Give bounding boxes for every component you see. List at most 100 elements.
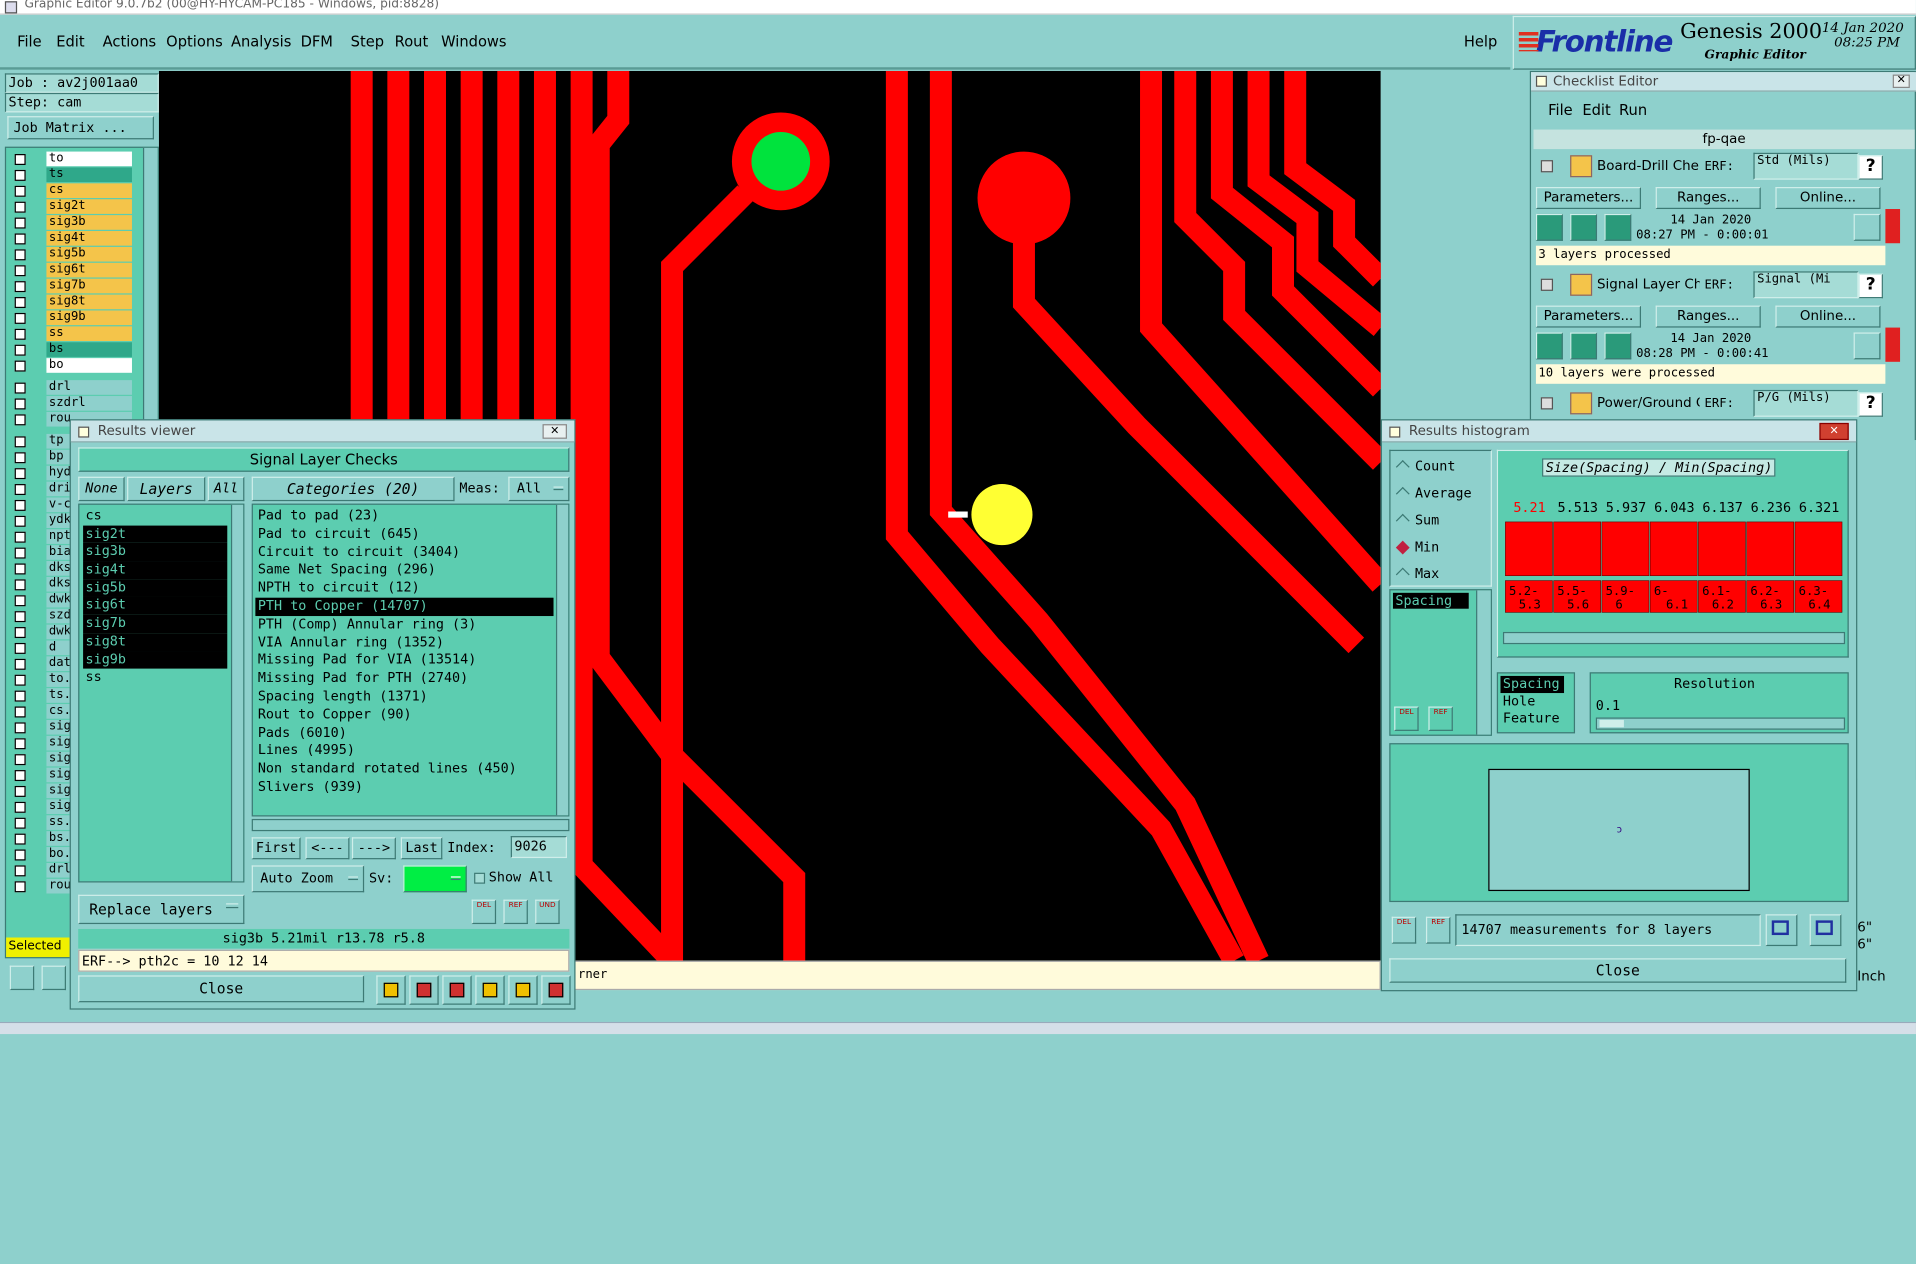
run-icon[interactable] bbox=[1570, 332, 1598, 360]
checklist-item-checkbox[interactable] bbox=[1540, 397, 1554, 410]
layer-checkbox[interactable] bbox=[14, 515, 26, 527]
erf-select[interactable]: Signal (Mi bbox=[1753, 271, 1859, 299]
layer-row[interactable]: bs bbox=[10, 342, 135, 357]
layer-checkbox[interactable] bbox=[14, 452, 26, 464]
layer-checkbox[interactable] bbox=[14, 382, 26, 394]
ranges-button[interactable]: Ranges... bbox=[1655, 187, 1761, 210]
radio-icon[interactable] bbox=[1395, 486, 1410, 501]
layer-checkbox[interactable] bbox=[14, 217, 26, 229]
rh-export-icon-1[interactable] bbox=[1765, 914, 1798, 947]
layer-checkbox[interactable] bbox=[14, 281, 26, 293]
job-matrix-button[interactable]: Job Matrix ... bbox=[7, 116, 154, 140]
layer-row[interactable]: ss bbox=[10, 326, 135, 342]
resolution-slider-thumb[interactable] bbox=[1599, 719, 1624, 728]
checklist-close-icon[interactable]: ✕ bbox=[1892, 74, 1910, 89]
resolution-slider[interactable] bbox=[1595, 717, 1846, 730]
sv-color-select[interactable] bbox=[403, 865, 467, 893]
layer-checkbox[interactable] bbox=[14, 849, 26, 861]
last-button[interactable]: Last bbox=[400, 837, 443, 860]
layer-checkbox[interactable] bbox=[14, 706, 26, 718]
layer-checkbox[interactable] bbox=[14, 436, 26, 448]
layer-checkbox[interactable] bbox=[14, 627, 26, 639]
layer-name[interactable]: sig5b bbox=[46, 246, 132, 262]
category-item[interactable]: VIA Annular ring (1352) bbox=[255, 634, 553, 652]
checklist-menu-file[interactable]: File bbox=[1548, 101, 1573, 118]
layer-row[interactable]: sig6t bbox=[10, 262, 135, 278]
layer-checkbox[interactable] bbox=[14, 658, 26, 670]
run-icon[interactable] bbox=[1570, 213, 1598, 241]
rv-tool-icon[interactable] bbox=[541, 975, 571, 1005]
rv-layer-item[interactable]: sig8t bbox=[83, 632, 228, 651]
layer-checkbox[interactable] bbox=[14, 169, 26, 181]
zoom-icon[interactable] bbox=[1853, 332, 1881, 360]
layer-checkbox[interactable] bbox=[14, 595, 26, 607]
layer-name[interactable]: to bbox=[46, 151, 132, 167]
category-item[interactable]: Slivers (939) bbox=[255, 779, 553, 797]
tool-icon-1[interactable] bbox=[9, 965, 35, 991]
rh-list-item[interactable]: Spacing bbox=[1392, 592, 1469, 609]
layer-name[interactable]: bo bbox=[46, 358, 132, 373]
all-layers-button[interactable]: All bbox=[207, 476, 245, 502]
layer-checkbox[interactable] bbox=[14, 770, 26, 782]
category-item[interactable]: Pad to circuit (645) bbox=[255, 525, 553, 543]
rv-layer-item[interactable]: sig3b bbox=[83, 543, 228, 562]
category-item[interactable]: PTH to Copper (14707) bbox=[255, 597, 554, 616]
layer-checkbox[interactable] bbox=[14, 484, 26, 496]
rv-ref-icon[interactable]: REF bbox=[503, 899, 528, 925]
rv-tool-icon[interactable] bbox=[475, 975, 505, 1005]
layer-row[interactable]: sig4t bbox=[10, 231, 135, 246]
rv-tool-icon[interactable] bbox=[508, 975, 538, 1005]
layer-name[interactable]: sig8t bbox=[46, 294, 132, 310]
layer-name[interactable]: sig7b bbox=[46, 278, 132, 294]
rv-del-icon[interactable]: DEL bbox=[471, 899, 497, 925]
layer-checkbox[interactable] bbox=[14, 817, 26, 829]
histogram-bar[interactable] bbox=[1553, 521, 1601, 577]
layer-checkbox[interactable] bbox=[14, 265, 26, 277]
menu-dfm[interactable]: DFM bbox=[301, 33, 333, 50]
next-button[interactable]: ---> bbox=[351, 837, 396, 860]
layer-checkbox[interactable] bbox=[14, 297, 26, 309]
rh-option-max[interactable]: Max bbox=[1395, 566, 1490, 588]
erf-select[interactable]: Std (Mils) bbox=[1753, 152, 1859, 180]
category-item[interactable]: PTH (Comp) Annular ring (3) bbox=[255, 616, 553, 634]
layer-row[interactable]: sig7b bbox=[10, 278, 135, 294]
checklist-item-name[interactable]: Power/Ground C bbox=[1597, 395, 1700, 411]
histogram-bar[interactable] bbox=[1746, 521, 1795, 577]
menu-windows[interactable]: Windows bbox=[441, 33, 506, 50]
categories-button[interactable]: Categories (20) bbox=[251, 476, 455, 502]
layer-name[interactable]: sig9b bbox=[46, 310, 132, 326]
layer-checkbox[interactable] bbox=[14, 468, 26, 480]
help-icon[interactable]: ? bbox=[1858, 273, 1883, 299]
layer-checkbox[interactable] bbox=[14, 531, 26, 543]
layer-checkbox[interactable] bbox=[14, 312, 26, 324]
layer-checkbox[interactable] bbox=[14, 328, 26, 340]
layer-checkbox[interactable] bbox=[14, 754, 26, 766]
category-item[interactable]: Same Net Spacing (296) bbox=[255, 562, 553, 580]
layer-checkbox[interactable] bbox=[14, 154, 26, 166]
histogram-bar[interactable] bbox=[1794, 521, 1843, 577]
layer-checkbox[interactable] bbox=[14, 499, 26, 511]
rv-und-icon[interactable]: UND bbox=[535, 899, 560, 925]
run-icon[interactable] bbox=[1604, 213, 1632, 241]
layer-name[interactable]: drl bbox=[46, 380, 132, 395]
layer-checkbox[interactable] bbox=[14, 201, 26, 213]
category-item[interactable]: Circuit to circuit (3404) bbox=[255, 543, 553, 561]
online-button[interactable]: Online... bbox=[1775, 305, 1881, 328]
show-all-checkbox[interactable] bbox=[474, 872, 486, 884]
category-item[interactable]: NPTH to circuit (12) bbox=[255, 580, 553, 598]
checklist-item-checkbox[interactable] bbox=[1540, 160, 1554, 173]
ranges-button[interactable]: Ranges... bbox=[1655, 305, 1761, 328]
first-button[interactable]: First bbox=[251, 837, 301, 860]
run-icon[interactable] bbox=[1535, 213, 1563, 241]
layer-row[interactable]: ts bbox=[10, 167, 135, 183]
rh-option-average[interactable]: Average bbox=[1395, 485, 1490, 507]
layer-checkbox[interactable] bbox=[14, 185, 26, 197]
layer-name[interactable]: cs bbox=[46, 183, 132, 199]
rh-option-sum[interactable]: Sum bbox=[1395, 512, 1490, 534]
rh-export-icon-2[interactable] bbox=[1809, 914, 1842, 947]
rv-layer-item[interactable]: ss bbox=[83, 669, 227, 687]
rv-layer-item[interactable]: sig6t bbox=[83, 597, 228, 615]
layer-checkbox[interactable] bbox=[14, 785, 26, 797]
rv-layer-item[interactable]: sig5b bbox=[83, 579, 228, 598]
layer-row[interactable]: sig2t bbox=[10, 199, 135, 214]
